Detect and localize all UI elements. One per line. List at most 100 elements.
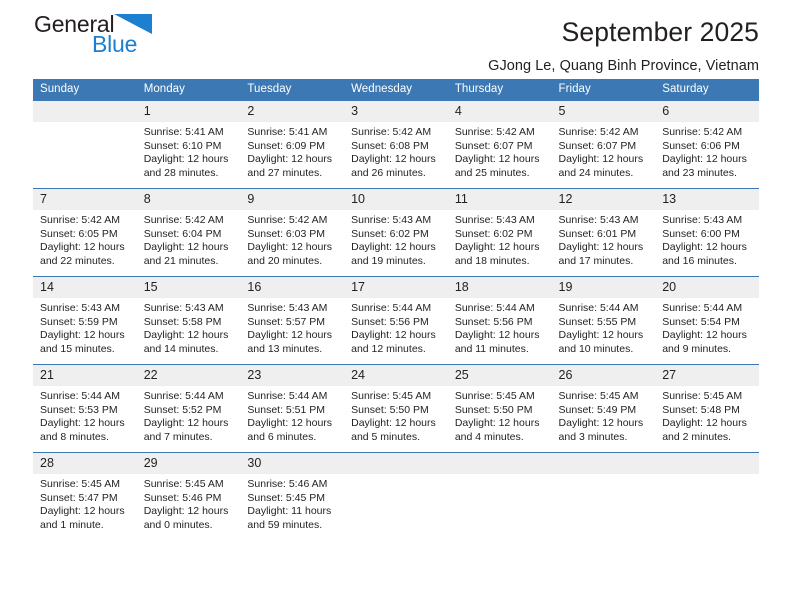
- day-detail-line: Sunset: 6:03 PM: [247, 227, 326, 240]
- day-details: [344, 474, 448, 478]
- day-number: 27: [655, 365, 759, 386]
- day-number: 24: [344, 365, 448, 386]
- day-detail-line: Sunset: 6:00 PM: [662, 227, 740, 240]
- day-detail-line: Sunset: 6:02 PM: [454, 227, 533, 240]
- day-cell-inner: 21 Sunrise: 5:44 AM Sunset: 5:53 PM Dayligh…: [33, 365, 137, 452]
- title-block: September 2025 GJong Le, Quang Binh Prov…: [488, 0, 759, 74]
- calendar-day-cell[interactable]: 4 Sunrise: 5:42 AM Sunset: 6:07 PM Daylight…: [447, 100, 552, 189]
- calendar-day-cell[interactable]: 5 Sunrise: 5:42 AM Sunset: 6:07 PM Daylight…: [551, 100, 656, 189]
- day-detail-line: Daylight: 12 hours: [351, 241, 436, 254]
- day-detail-line: Sunset: 5:59 PM: [40, 315, 118, 328]
- day-detail-line: Daylight: 12 hours: [247, 417, 333, 430]
- day-detail-line: and 3 minutes.: [558, 430, 628, 443]
- day-detail-line: Sunrise: 5:43 AM: [40, 302, 120, 314]
- calendar-day-cell[interactable]: 21 Sunrise: 5:44 AM Sunset: 5:53 PM Dayligh…: [33, 364, 137, 453]
- day-number: [344, 453, 448, 474]
- calendar-day-cell[interactable]: 20 Sunrise: 5:44 AM Sunset: 5:54 PM Dayligh…: [655, 276, 759, 365]
- day-detail-line: Daylight: 12 hours: [143, 241, 229, 254]
- calendar-day-cell[interactable]: 15 Sunrise: 5:43 AM Sunset: 5:58 PM Dayligh…: [136, 276, 241, 365]
- calendar-day-cell[interactable]: 16 Sunrise: 5:43 AM Sunset: 5:57 PM Dayligh…: [240, 276, 345, 365]
- calendar-day-cell[interactable]: 6 Sunrise: 5:42 AM Sunset: 6:06 PM Daylight…: [655, 100, 759, 189]
- day-detail-line: Sunrise: 5:44 AM: [454, 302, 535, 314]
- day-detail-line: Sunset: 6:04 PM: [143, 227, 222, 240]
- day-detail-line: Daylight: 12 hours: [662, 153, 747, 166]
- day-details: Sunrise: 5:43 AM Sunset: 6:02 PM Daylight:…: [344, 210, 448, 268]
- day-number: 4: [447, 101, 552, 122]
- day-cell-inner: 26 Sunrise: 5:45 AM Sunset: 5:49 PM Dayligh…: [551, 365, 656, 452]
- calendar-day-cell[interactable]: 18 Sunrise: 5:44 AM Sunset: 5:56 PM Dayligh…: [447, 276, 552, 365]
- day-detail-line: Daylight: 12 hours: [351, 417, 436, 430]
- calendar-header-row: Sunday Monday Tuesday Wednesday Thursday Frid…: [33, 79, 759, 101]
- day-number: 12: [551, 189, 656, 210]
- calendar-day-cell[interactable]: 23 Sunrise: 5:44 AM Sunset: 5:51 PM Dayligh…: [240, 364, 345, 453]
- day-detail-line: Daylight: 12 hours: [143, 505, 229, 518]
- calendar-day-cell[interactable]: 11 Sunrise: 5:43 AM Sunset: 6:02 PM Dayligh…: [447, 188, 552, 277]
- weekday-header-tuesday: Tuesday: [240, 79, 345, 101]
- day-detail-line: Daylight: 12 hours: [454, 241, 540, 254]
- calendar-day-cell[interactable]: 2 Sunrise: 5:41 AM Sunset: 6:09 PM Daylight…: [240, 100, 345, 189]
- calendar-day-cell[interactable]: 25 Sunrise: 5:45 AM Sunset: 5:50 PM Dayligh…: [447, 364, 552, 453]
- calendar-day-cell[interactable]: 26 Sunrise: 5:45 AM Sunset: 5:49 PM Dayligh…: [551, 364, 656, 453]
- day-detail-line: Sunrise: 5:42 AM: [454, 126, 535, 138]
- calendar-day-cell[interactable]: 28 Sunrise: 5:45 AM Sunset: 5:47 PM Dayligh…: [33, 452, 137, 540]
- calendar-day-cell[interactable]: 22 Sunrise: 5:44 AM Sunset: 5:52 PM Dayligh…: [136, 364, 241, 453]
- calendar-day-cell[interactable]: 13 Sunrise: 5:43 AM Sunset: 6:00 PM Dayligh…: [655, 188, 759, 277]
- day-detail-line: and 24 minutes.: [558, 166, 634, 179]
- day-number: [33, 101, 137, 122]
- day-detail-line: Sunset: 5:45 PM: [247, 491, 326, 504]
- day-number: 13: [655, 189, 759, 210]
- day-details: Sunrise: 5:44 AM Sunset: 5:51 PM Daylight:…: [240, 386, 344, 444]
- calendar-day-cell[interactable]: 24 Sunrise: 5:45 AM Sunset: 5:50 PM Dayligh…: [344, 364, 448, 453]
- day-details: Sunrise: 5:44 AM Sunset: 5:56 PM Daylight:…: [448, 298, 552, 356]
- day-details: Sunrise: 5:43 AM Sunset: 6:01 PM Daylight:…: [552, 210, 656, 268]
- calendar-day-cell[interactable]: 7 Sunrise: 5:42 AM Sunset: 6:05 PM Daylight…: [33, 188, 137, 277]
- day-detail-line: Sunset: 5:53 PM: [40, 403, 118, 416]
- day-number: 17: [344, 277, 448, 298]
- calendar-day-cell[interactable]: 30 Sunrise: 5:46 AM Sunset: 5:45 PM Dayligh…: [240, 452, 345, 540]
- day-number: 22: [136, 365, 241, 386]
- day-detail-line: Daylight: 11 hours: [247, 505, 332, 518]
- day-detail-line: Sunrise: 5:43 AM: [351, 214, 432, 226]
- calendar-day-cell[interactable]: 8 Sunrise: 5:42 AM Sunset: 6:04 PM Daylight…: [136, 188, 241, 277]
- weekday-header-saturday: Saturday: [655, 79, 759, 101]
- calendar-day-cell[interactable]: 3 Sunrise: 5:42 AM Sunset: 6:08 PM Daylight…: [344, 100, 448, 189]
- day-detail-line: and 27 minutes.: [247, 166, 323, 179]
- calendar-day-cell[interactable]: 19 Sunrise: 5:44 AM Sunset: 5:55 PM Dayligh…: [551, 276, 656, 365]
- day-detail-line: Sunrise: 5:41 AM: [143, 126, 224, 138]
- day-details: Sunrise: 5:45 AM Sunset: 5:50 PM Daylight:…: [448, 386, 552, 444]
- day-detail-line: and 26 minutes.: [351, 166, 426, 179]
- day-details: Sunrise: 5:46 AM Sunset: 5:45 PM Daylight:…: [240, 474, 344, 532]
- day-detail-line: and 18 minutes.: [454, 254, 530, 267]
- calendar-day-cell[interactable]: 29 Sunrise: 5:45 AM Sunset: 5:46 PM Dayligh…: [136, 452, 241, 540]
- calendar-day-cell[interactable]: 10 Sunrise: 5:43 AM Sunset: 6:02 PM Dayligh…: [344, 188, 448, 277]
- day-cell-inner: [447, 453, 552, 540]
- day-detail-line: and 4 minutes.: [454, 430, 524, 443]
- day-detail-line: Daylight: 12 hours: [247, 329, 333, 342]
- day-detail-line: Sunrise: 5:42 AM: [662, 126, 743, 138]
- day-number: 25: [447, 365, 552, 386]
- day-detail-line: Sunrise: 5:45 AM: [351, 390, 432, 402]
- calendar-day-cell[interactable]: 17 Sunrise: 5:44 AM Sunset: 5:56 PM Dayligh…: [344, 276, 448, 365]
- calendar-day-cell[interactable]: 14 Sunrise: 5:43 AM Sunset: 5:59 PM Dayligh…: [33, 276, 137, 365]
- calendar-week-row: 1 Sunrise: 5:41 AM Sunset: 6:10 PM Daylight…: [33, 100, 759, 189]
- day-cell-inner: 3 Sunrise: 5:42 AM Sunset: 6:08 PM Daylight…: [344, 101, 448, 188]
- day-detail-line: Sunset: 6:08 PM: [351, 139, 429, 152]
- day-cell-inner: [551, 453, 656, 540]
- day-details: Sunrise: 5:41 AM Sunset: 6:10 PM Daylight:…: [137, 122, 241, 180]
- day-number: 20: [655, 277, 759, 298]
- day-detail-line: Daylight: 12 hours: [454, 417, 540, 430]
- calendar-day-cell[interactable]: 9 Sunrise: 5:42 AM Sunset: 6:03 PM Daylight…: [240, 188, 345, 277]
- calendar-day-cell[interactable]: 12 Sunrise: 5:43 AM Sunset: 6:01 PM Dayligh…: [551, 188, 656, 277]
- day-detail-line: and 12 minutes.: [351, 342, 426, 355]
- day-detail-line: and 8 minutes.: [40, 430, 109, 443]
- day-details: Sunrise: 5:43 AM Sunset: 5:57 PM Daylight:…: [240, 298, 344, 356]
- page-title: September 2025: [561, 17, 759, 47]
- calendar-day-cell[interactable]: 27 Sunrise: 5:45 AM Sunset: 5:48 PM Dayligh…: [655, 364, 759, 453]
- day-number: [447, 453, 552, 474]
- day-details: Sunrise: 5:42 AM Sunset: 6:06 PM Daylight:…: [655, 122, 759, 180]
- day-number: 21: [33, 365, 137, 386]
- day-cell-inner: 29 Sunrise: 5:45 AM Sunset: 5:46 PM Dayligh…: [136, 453, 241, 540]
- day-cell-inner: 5 Sunrise: 5:42 AM Sunset: 6:07 PM Daylight…: [551, 101, 656, 188]
- day-details: Sunrise: 5:44 AM Sunset: 5:56 PM Daylight:…: [344, 298, 448, 356]
- calendar-day-cell[interactable]: 1 Sunrise: 5:41 AM Sunset: 6:10 PM Daylight…: [136, 100, 241, 189]
